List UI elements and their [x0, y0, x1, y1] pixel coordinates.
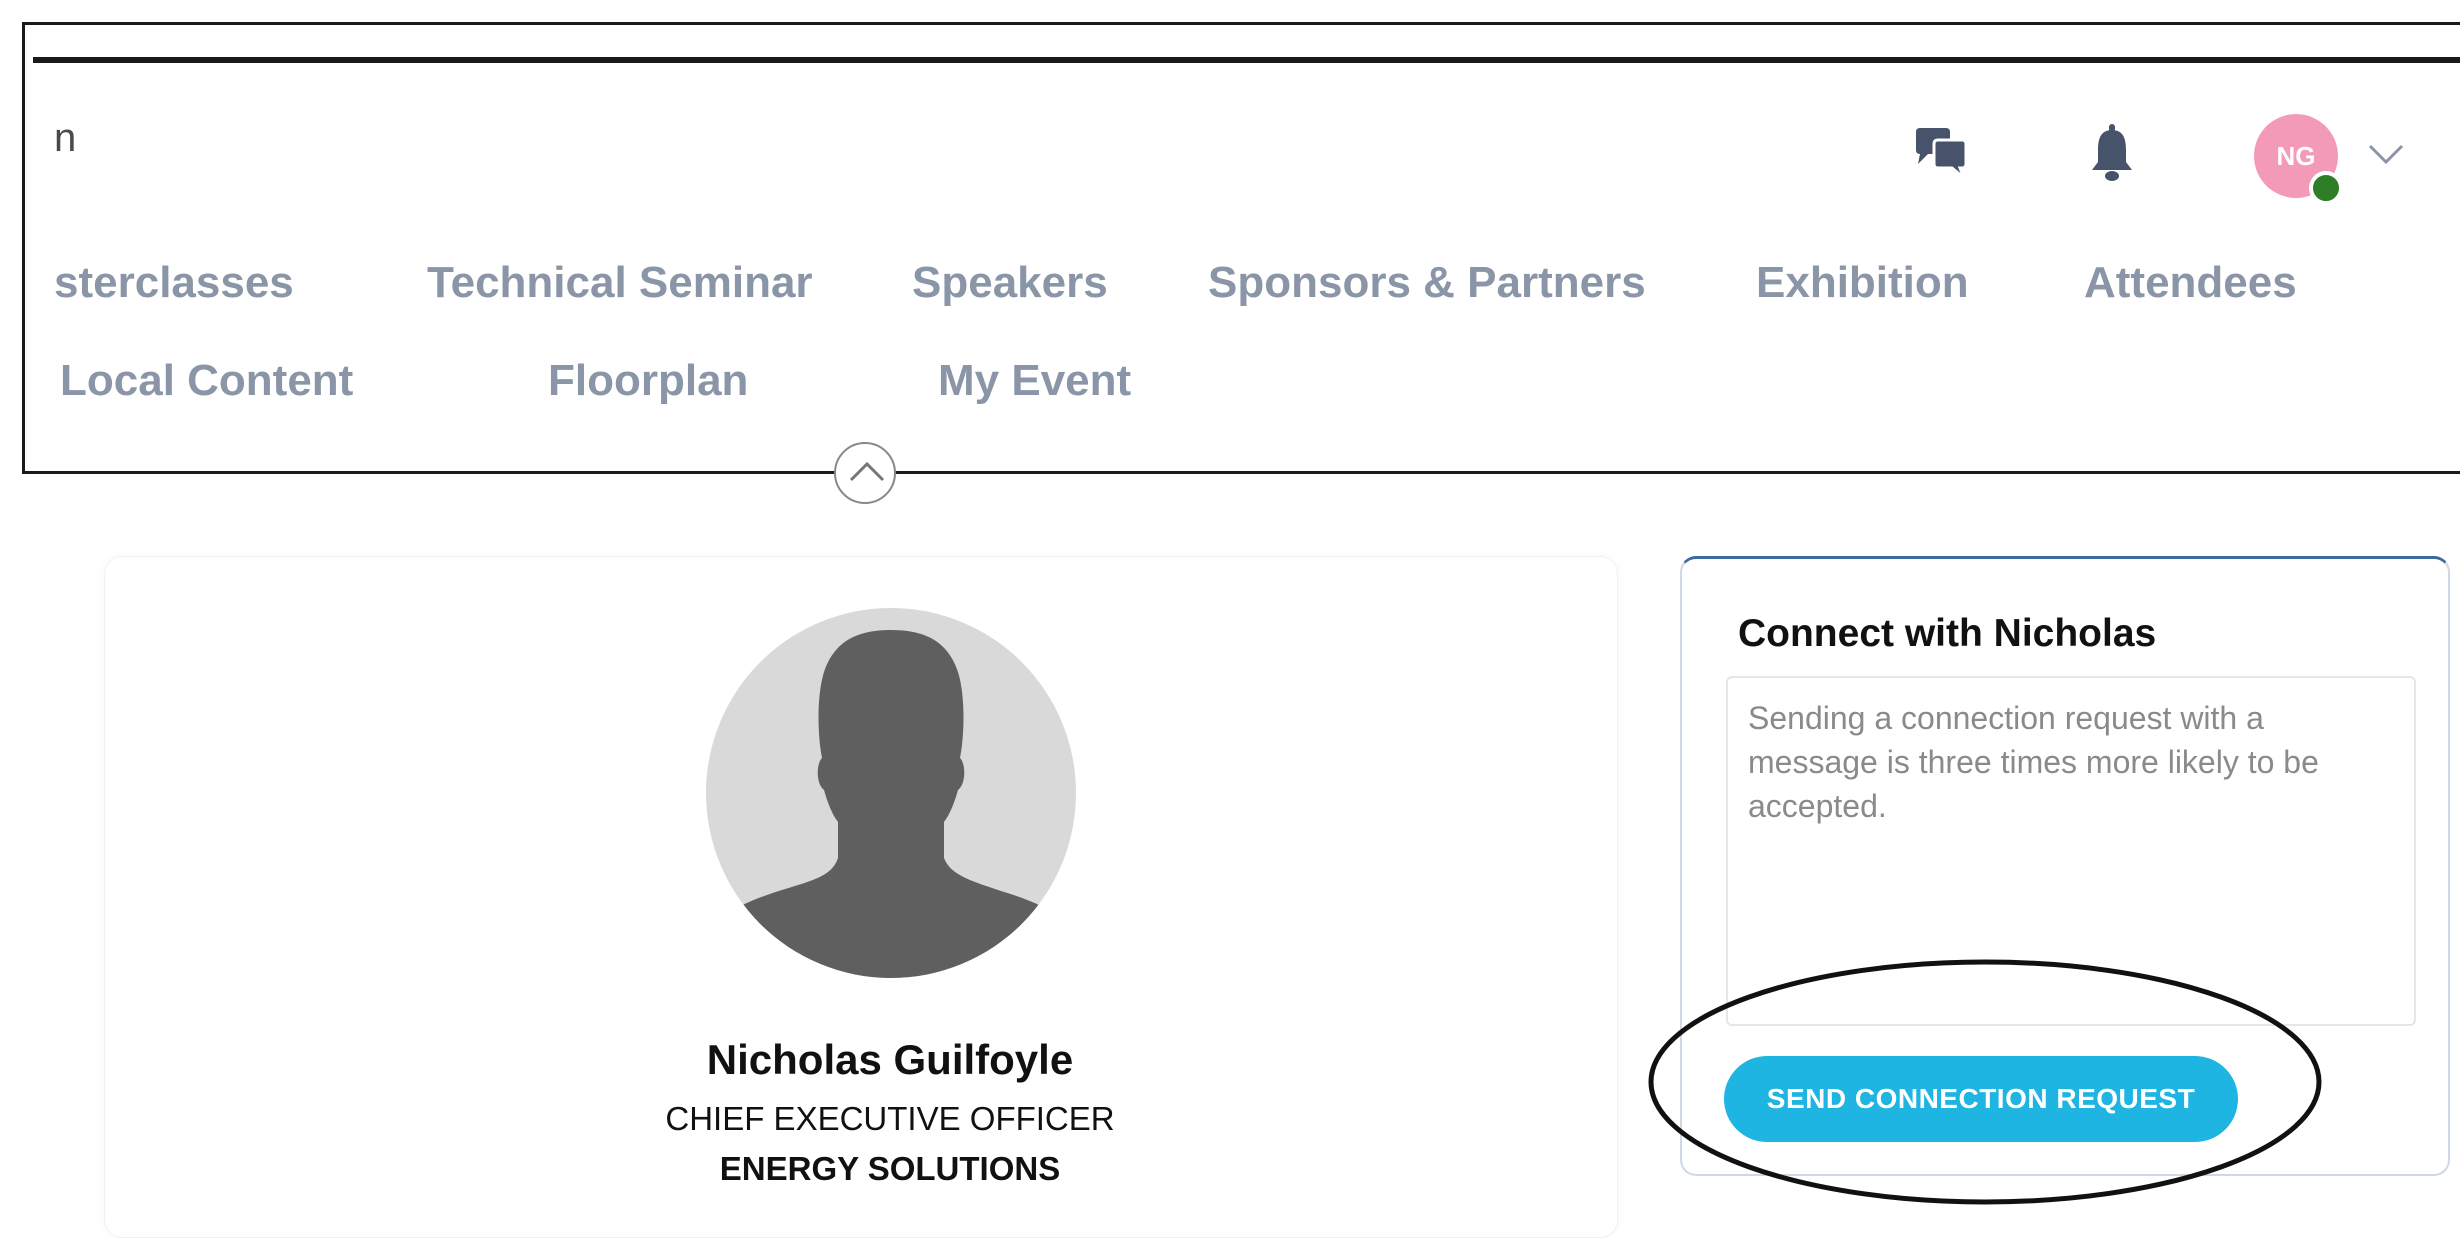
header-top-border — [33, 57, 2460, 63]
person-job-title: CHIEF EXECUTIVE OFFICER — [665, 1100, 1115, 1137]
chat-bubbles-icon[interactable] — [1912, 126, 1970, 180]
default-avatar-silhouette-icon — [722, 630, 1060, 978]
nav-item-exhibition[interactable]: Exhibition — [1756, 258, 1969, 308]
person-company: ENERGY SOLUTIONS — [719, 1150, 1061, 1187]
person-name: Nicholas Guilfoyle — [706, 1036, 1074, 1083]
chevron-down-icon[interactable] — [2366, 142, 2406, 166]
nav-item-technical-seminar[interactable]: Technical Seminar — [427, 258, 813, 308]
bell-icon[interactable] — [2088, 124, 2136, 182]
nav-item-my-event[interactable]: My Event — [938, 356, 1131, 406]
send-connection-request-button[interactable]: SEND CONNECTION REQUEST — [1724, 1056, 2238, 1142]
profile-photo — [706, 608, 1076, 978]
connection-message-textarea[interactable]: Sending a connection request with a mess… — [1726, 676, 2416, 1026]
nav-item-speakers[interactable]: Speakers — [912, 258, 1108, 308]
connect-heading: Connect with Nicholas — [1738, 612, 2157, 655]
nav-item-floorplan[interactable]: Floorplan — [548, 356, 748, 406]
online-status-dot — [2309, 171, 2343, 205]
top-navigation-header — [22, 22, 2460, 474]
nav-item-attendees[interactable]: Attendees — [2084, 258, 2297, 308]
chevron-up-icon — [849, 461, 885, 482]
nav-item-sponsors-partners[interactable]: Sponsors & Partners — [1208, 258, 1646, 308]
nav-item-masterclasses[interactable]: sterclasses — [54, 258, 294, 308]
collapse-menu-button[interactable] — [834, 442, 896, 504]
nav-item-local-content[interactable]: Local Content — [60, 356, 353, 406]
search-text-fragment[interactable]: n — [54, 116, 77, 161]
